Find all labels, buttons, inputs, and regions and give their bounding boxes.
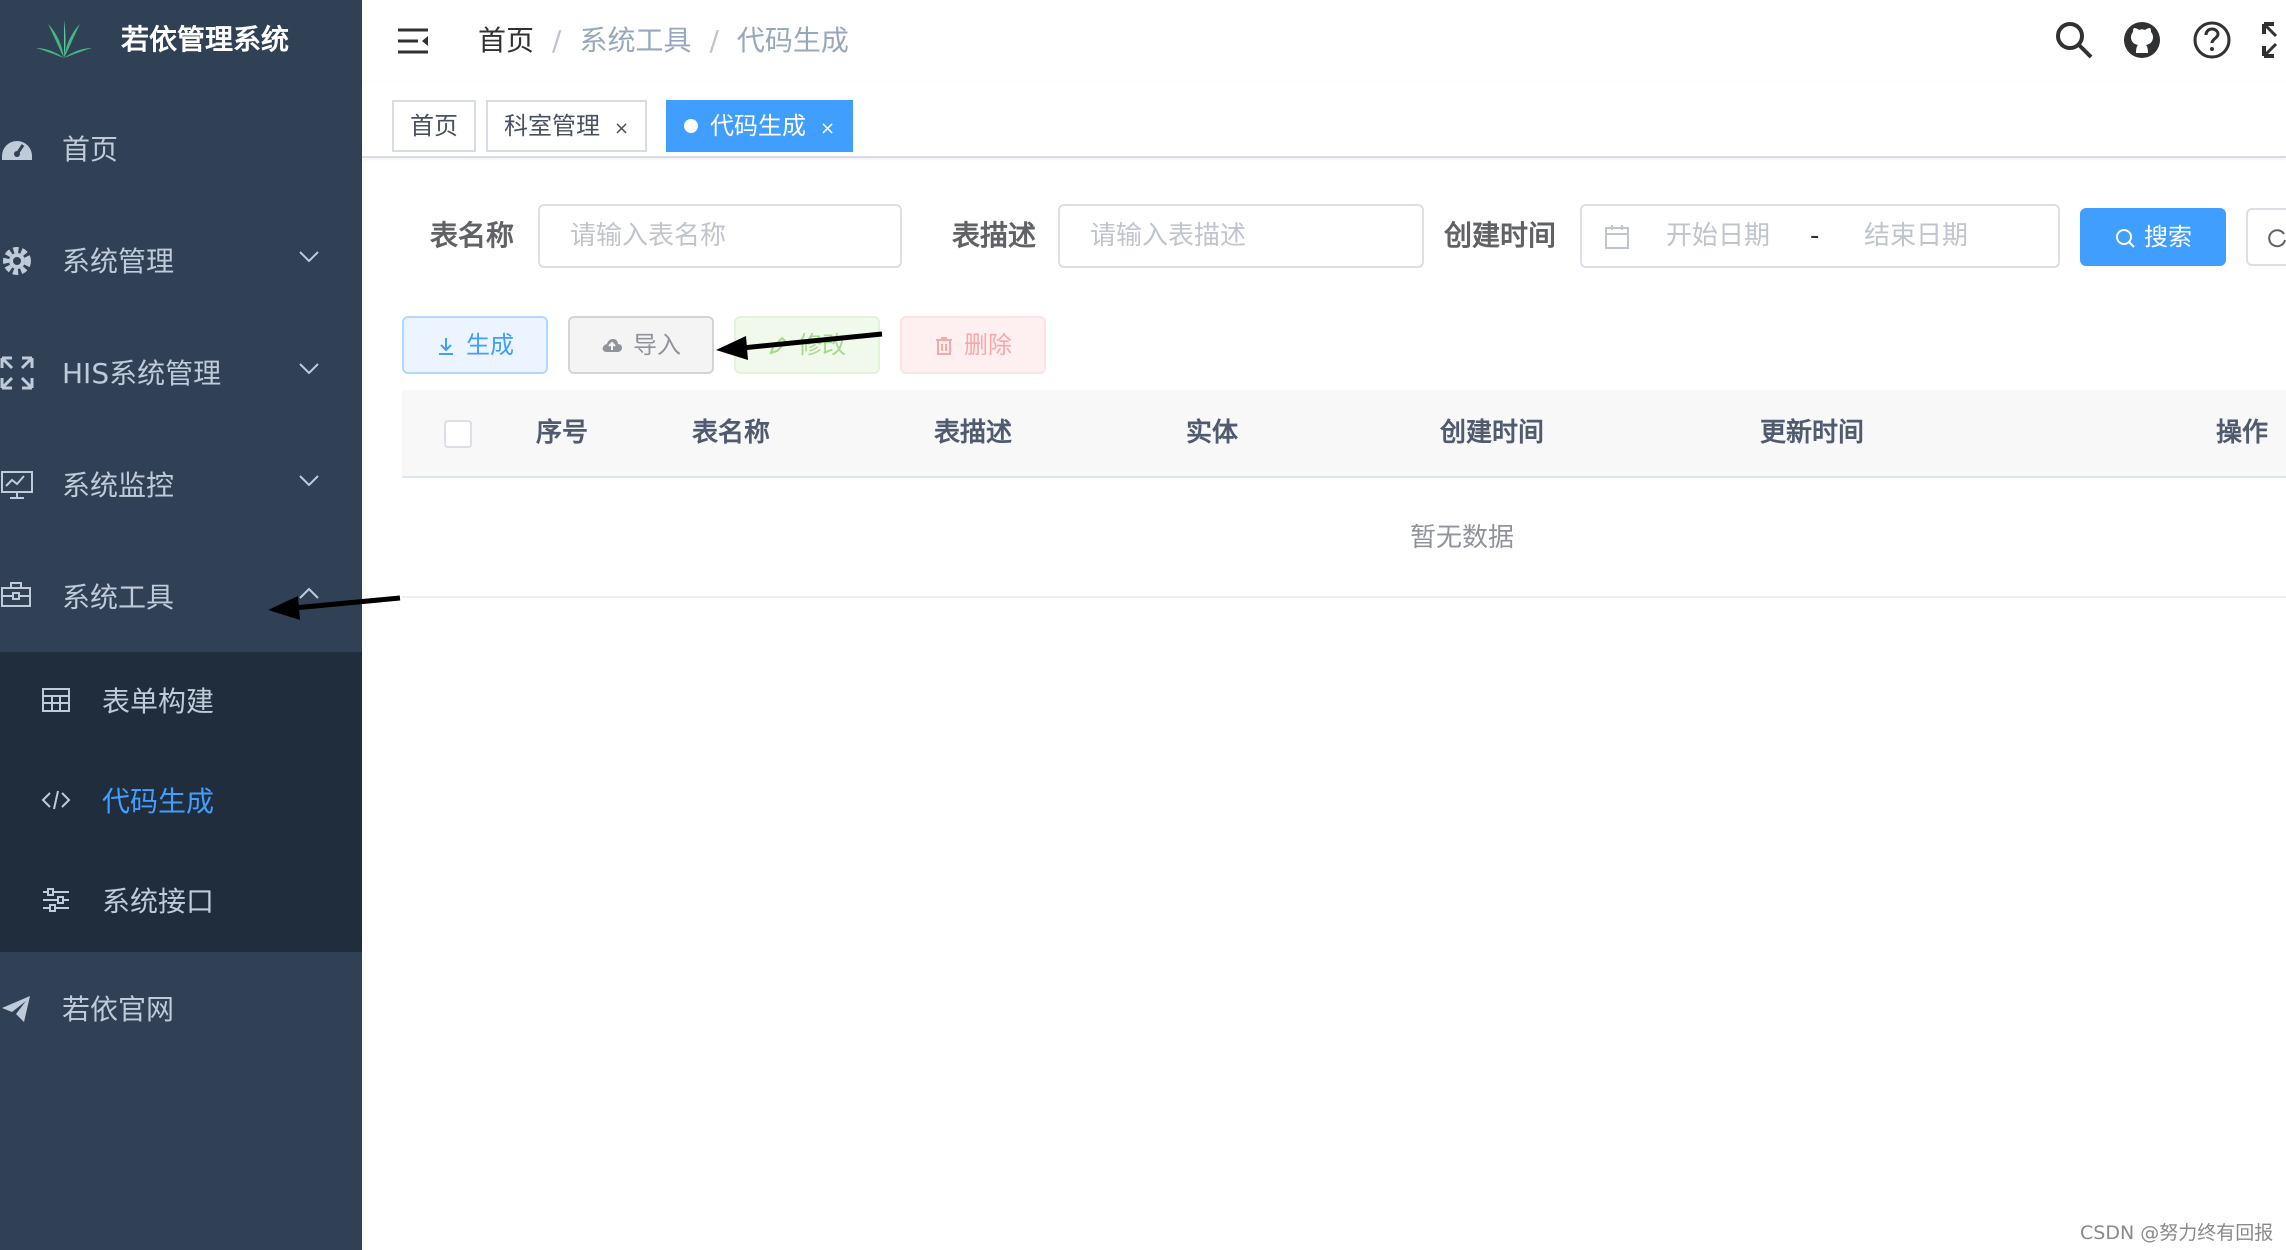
paper-plane-icon xyxy=(2,996,30,1022)
edit-button-label: 修改 xyxy=(798,331,846,359)
table-icon xyxy=(42,688,70,712)
table-desc-input[interactable] xyxy=(1058,204,1424,268)
sidebar-item-label: 首页 xyxy=(62,133,119,166)
end-date-input[interactable]: 结束日期 xyxy=(1864,206,1968,266)
column-header-create-time: 创建时间 xyxy=(1440,418,1545,448)
sidebar-item-label: 系统监控 xyxy=(62,469,175,502)
table-desc-label: 表描述 xyxy=(952,219,1037,252)
empty-text: 暂无数据 xyxy=(1409,523,1514,553)
sidebar-item-label: HIS系统管理 xyxy=(62,357,222,390)
hamburger-icon[interactable] xyxy=(396,24,430,58)
select-all-checkbox[interactable] xyxy=(444,420,472,448)
sidebar-subitem-codegen[interactable]: 代码生成 xyxy=(0,752,362,852)
trash-icon xyxy=(936,337,952,355)
sidebar-item-system[interactable]: 系统管理 xyxy=(0,206,362,318)
column-header-entity: 实体 xyxy=(1186,418,1239,448)
watermark: CSDN @努力终有回报 xyxy=(2080,1222,2274,1244)
tag-label: 首页 xyxy=(410,112,458,140)
close-icon[interactable]: × xyxy=(614,118,629,139)
active-dot-icon xyxy=(684,119,698,133)
column-header-index: 序号 xyxy=(536,418,589,448)
edit-icon xyxy=(769,336,788,355)
tag-department[interactable]: 科室管理 × xyxy=(486,100,648,152)
chevron-down-icon xyxy=(299,363,319,375)
create-time-label: 创建时间 xyxy=(1444,219,1557,252)
monitor-icon xyxy=(1,471,33,499)
cloud-upload-icon xyxy=(602,339,622,352)
breadcrumb-separator: / xyxy=(709,24,719,57)
app-title: 若依管理系统 xyxy=(121,23,290,56)
sidebar-item-home[interactable]: 首页 xyxy=(0,94,362,206)
dashboard-icon xyxy=(2,141,32,160)
code-icon xyxy=(41,790,71,810)
sidebar-item-his[interactable]: HIS系统管理 xyxy=(0,318,362,430)
calendar-icon xyxy=(1605,225,1629,249)
submenu-tools: 表单构建 代码生成 系统接口 xyxy=(0,652,362,952)
tag-label: 科室管理 xyxy=(504,112,600,140)
chevron-down-icon xyxy=(299,251,319,263)
breadcrumb-item-codegen: 代码生成 xyxy=(736,24,849,57)
column-header-actions: 操作 xyxy=(2216,418,2269,448)
expand-icon xyxy=(0,356,34,390)
sidebar-subitem-api[interactable]: 系统接口 xyxy=(0,852,362,952)
column-header-update-time: 更新时间 xyxy=(1760,418,1865,448)
search-button-label: 搜索 xyxy=(2144,223,2192,251)
sidebar-item-monitor[interactable]: 系统监控 xyxy=(0,430,362,542)
column-header-table-desc: 表描述 xyxy=(934,418,1013,448)
toolbox-icon xyxy=(1,582,31,607)
start-date-input[interactable]: 开始日期 xyxy=(1666,206,1770,266)
navbar: 首页 / 系统工具 / 代码生成 xyxy=(362,0,2286,82)
breadcrumb-item-tools: 系统工具 xyxy=(579,24,692,57)
import-button-label: 导入 xyxy=(633,331,681,359)
github-icon[interactable] xyxy=(2122,20,2162,60)
sidebar-subitem-label: 代码生成 xyxy=(102,785,215,818)
sidebar-subitem-label: 系统接口 xyxy=(102,885,215,918)
search-icon xyxy=(2116,229,2135,248)
table-name-input[interactable] xyxy=(538,204,902,268)
tag-home[interactable]: 首页 xyxy=(392,100,476,152)
range-separator: - xyxy=(1810,221,1820,251)
import-button[interactable]: 导入 xyxy=(568,316,714,374)
sidebar: 若依管理系统 首页 系统管理 HIS系统管理 系统监控 系统工具 表单构建 代码… xyxy=(0,0,362,1250)
sidebar-item-label: 系统工具 xyxy=(62,581,175,614)
tags-view: 首页 科室管理 × 代码生成 × xyxy=(362,82,2286,158)
fullscreen-icon[interactable] xyxy=(2262,20,2286,60)
table-body: 暂无数据 xyxy=(402,478,2286,598)
logo-icon xyxy=(36,20,92,58)
sidebar-logo[interactable]: 若依管理系统 xyxy=(0,0,362,82)
download-icon xyxy=(439,338,453,355)
reset-button[interactable] xyxy=(2246,208,2286,266)
tag-codegen[interactable]: 代码生成 × xyxy=(666,100,854,152)
help-icon[interactable] xyxy=(2192,20,2232,60)
refresh-icon xyxy=(2268,229,2286,248)
search-button[interactable]: 搜索 xyxy=(2080,208,2226,266)
delete-button-label: 删除 xyxy=(964,331,1012,359)
sidebar-item-ruoyi-site[interactable]: 若依官网 xyxy=(0,954,362,1066)
table-name-label: 表名称 xyxy=(430,219,515,252)
breadcrumb-separator: / xyxy=(552,24,562,57)
chevron-down-icon xyxy=(299,475,319,487)
delete-button[interactable]: 删除 xyxy=(900,316,1046,374)
table-header: 序号 表名称 表描述 实体 创建时间 更新时间 操作 xyxy=(402,390,2286,478)
sidebar-item-label: 若依官网 xyxy=(62,993,175,1026)
sliders-icon xyxy=(43,888,69,912)
search-icon[interactable] xyxy=(2054,20,2094,60)
breadcrumb: 首页 / 系统工具 / 代码生成 xyxy=(478,20,849,62)
gear-icon xyxy=(3,247,31,275)
edit-button[interactable]: 修改 xyxy=(734,316,880,374)
sidebar-item-label: 系统管理 xyxy=(62,245,175,278)
close-icon[interactable]: × xyxy=(820,118,835,139)
generate-button-label: 生成 xyxy=(466,331,514,359)
breadcrumb-item-home[interactable]: 首页 xyxy=(478,24,534,57)
sidebar-item-tools[interactable]: 系统工具 xyxy=(0,542,362,654)
column-header-table-name: 表名称 xyxy=(692,418,771,448)
tag-label: 代码生成 xyxy=(710,112,806,140)
generate-button[interactable]: 生成 xyxy=(402,316,548,374)
chevron-up-icon xyxy=(299,587,319,599)
sidebar-subitem-form-build[interactable]: 表单构建 xyxy=(0,652,362,752)
date-range-picker[interactable]: 开始日期 - 结束日期 xyxy=(1580,204,2060,268)
sidebar-subitem-label: 表单构建 xyxy=(102,685,215,718)
